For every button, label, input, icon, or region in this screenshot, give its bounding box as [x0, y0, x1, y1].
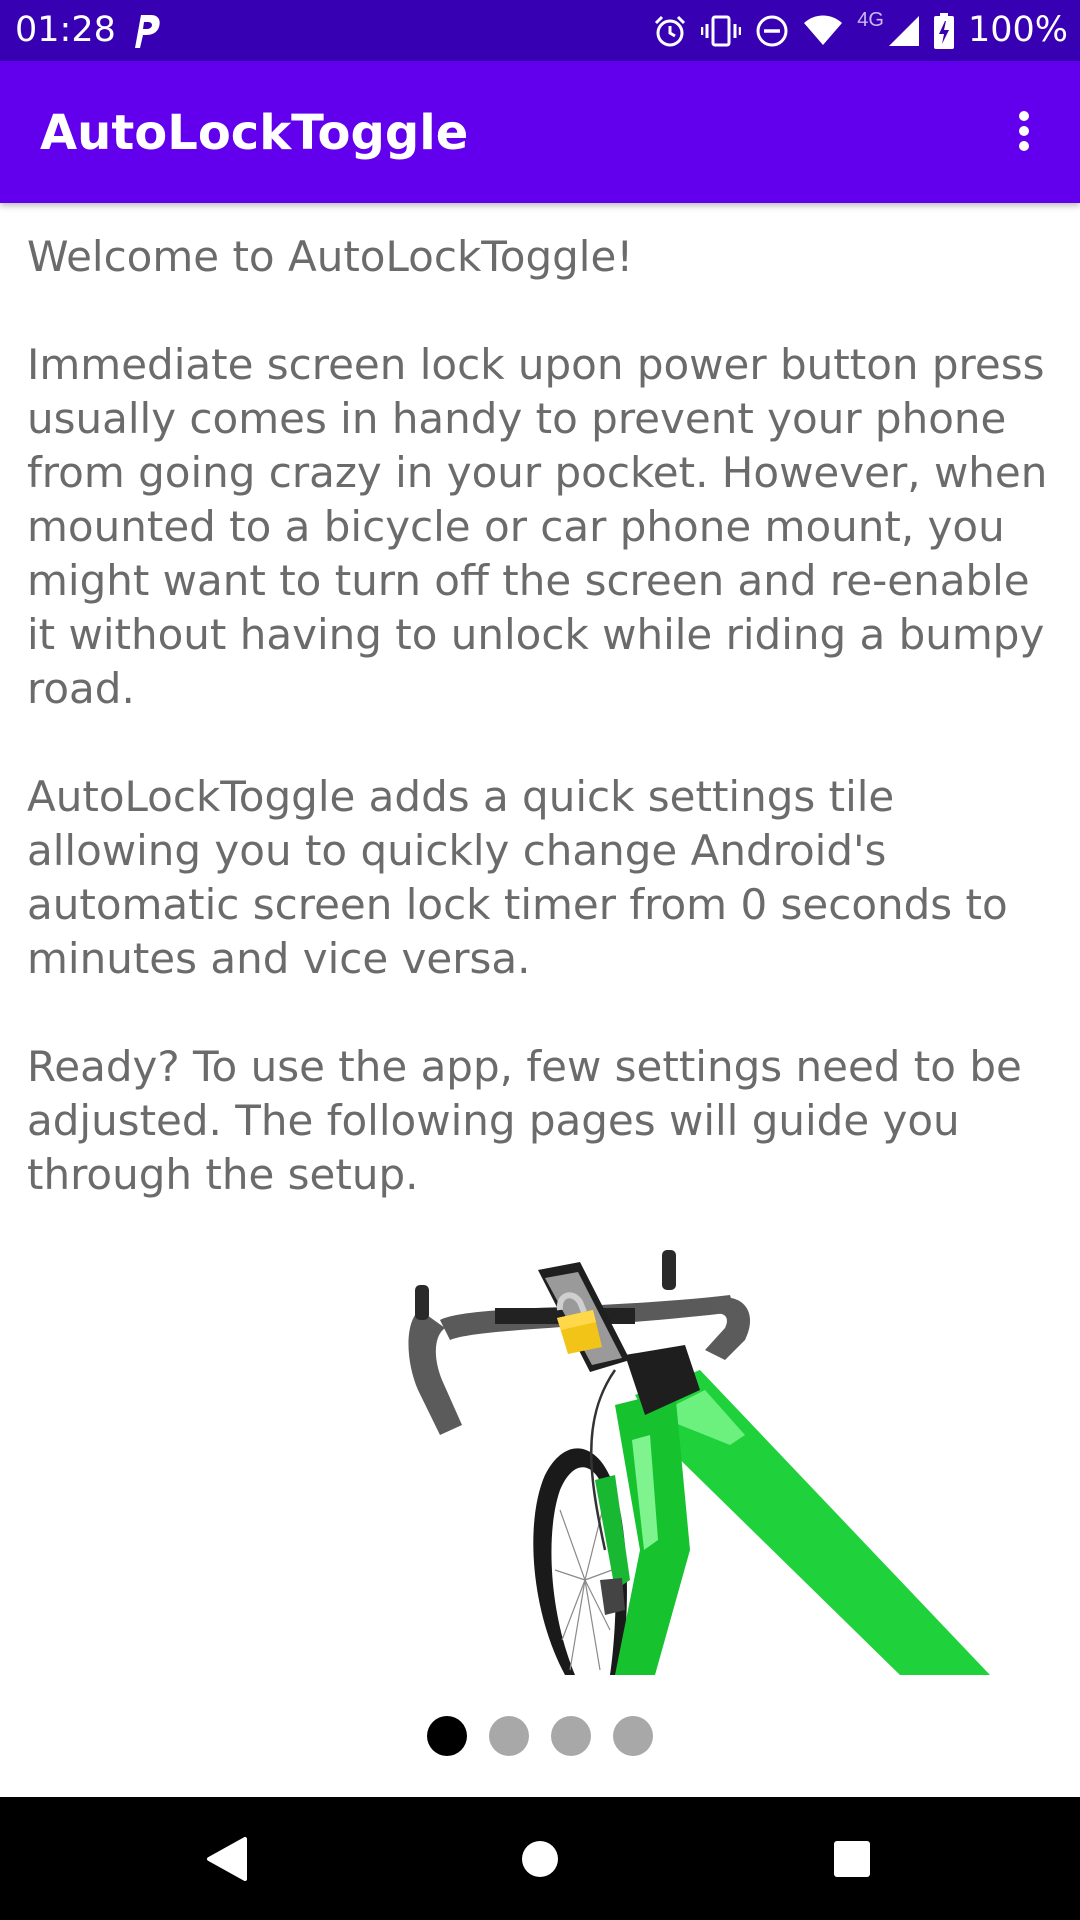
back-button[interactable] [167, 1797, 287, 1920]
more-vert-icon [1019, 111, 1029, 151]
home-button[interactable] [480, 1797, 600, 1920]
network-type-label: 4G [857, 9, 884, 31]
app-bar: AutoLockToggle [0, 61, 1080, 203]
page-dot-1[interactable] [427, 1716, 467, 1756]
status-icons: 4G 100% [653, 0, 1068, 61]
navigation-bar [0, 1797, 1080, 1920]
parking-icon [135, 15, 160, 48]
recents-icon [834, 1840, 870, 1877]
intro-paragraph-2: AutoLockToggle adds a quick settings til… [27, 772, 1008, 983]
status-time: 01:28 [15, 10, 116, 50]
intro-text: Welcome to AutoLockToggle! Immediate scr… [27, 230, 1062, 1202]
status-bar: 01:28 4G 100% [0, 0, 1080, 61]
recents-button[interactable] [792, 1797, 912, 1920]
bicycle-frame [615, 1370, 990, 1675]
page-dot-4[interactable] [613, 1716, 653, 1756]
wifi-icon [804, 15, 843, 45]
page-dot-2[interactable] [489, 1716, 529, 1756]
overflow-menu-button[interactable] [984, 91, 1064, 171]
alarm-icon [655, 15, 686, 46]
battery-percent: 100% [967, 10, 1068, 50]
page-dot-3[interactable] [551, 1716, 591, 1756]
home-icon [522, 1840, 558, 1877]
app-title: AutoLockToggle [40, 105, 469, 161]
cellular-signal-icon [888, 15, 919, 46]
back-icon [207, 1836, 247, 1881]
screen: 01:28 4G 100% AutoLockToggle Welcome to … [0, 0, 1080, 1920]
do-not-disturb-icon [756, 15, 788, 46]
intro-paragraph-3: Ready? To use the app, few settings need… [27, 1042, 1022, 1199]
vibrate-icon [701, 15, 742, 46]
bicycle-phone-lock-illustration [408, 1250, 990, 1675]
page-indicator [0, 1716, 1080, 1756]
welcome-text: Welcome to AutoLockToggle! [27, 232, 634, 281]
intro-paragraph-1: Immediate screen lock upon power button … [27, 340, 1048, 713]
battery-charging-icon [933, 12, 954, 49]
